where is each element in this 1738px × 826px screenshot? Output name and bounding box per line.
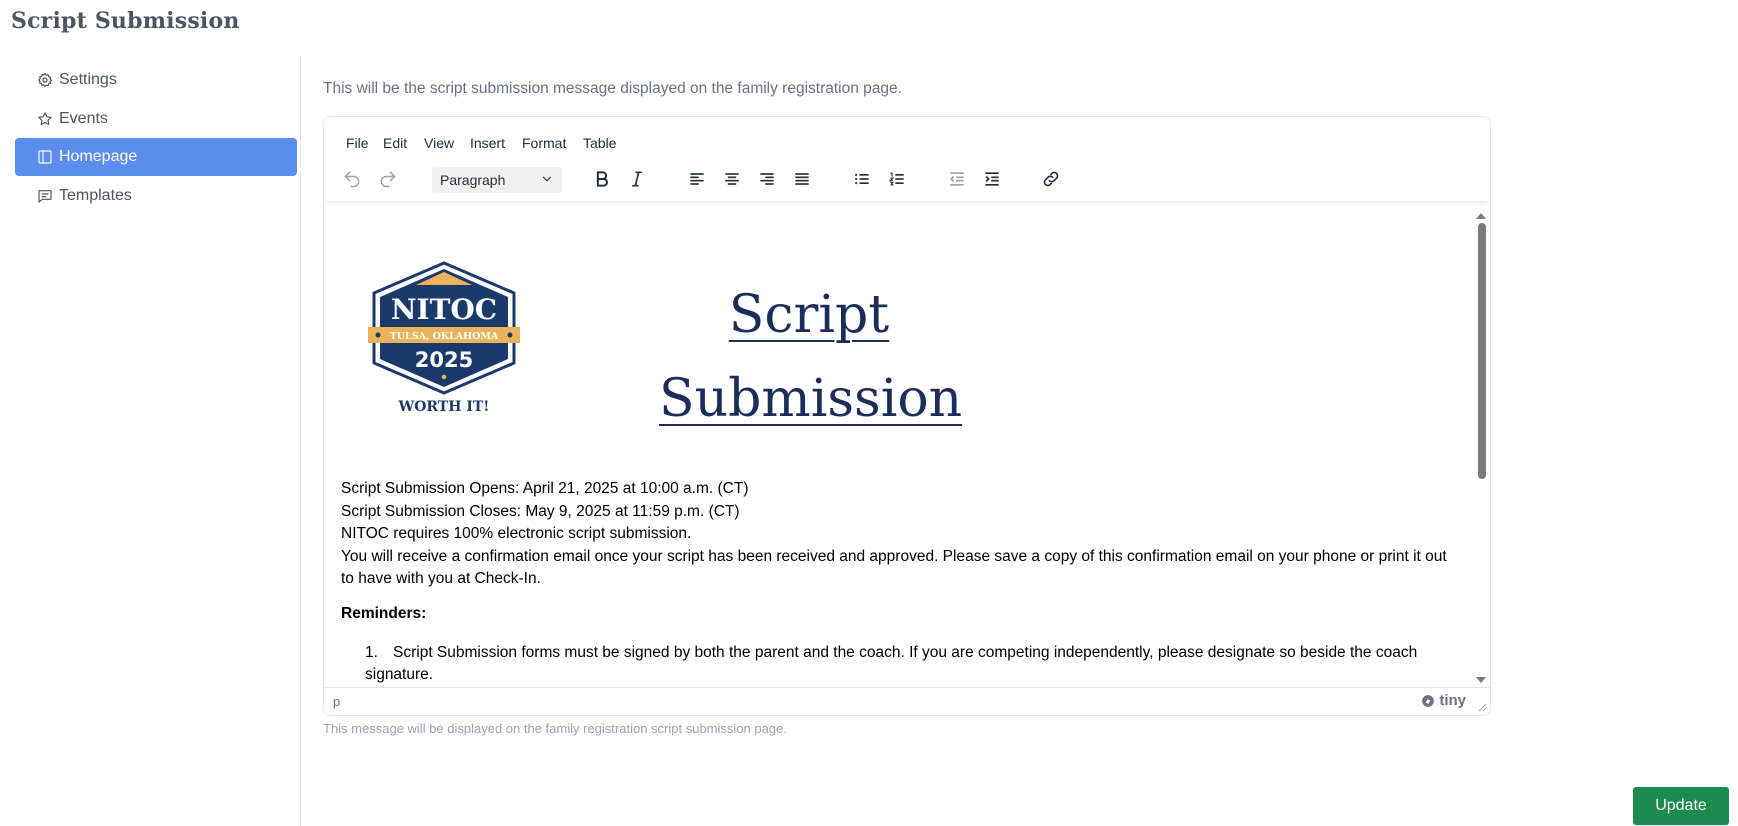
heading-line-2: Submission (659, 369, 963, 429)
sidebar-item-label: Events (59, 110, 108, 127)
nitoc-logo: NITOC TULSA, OKLAHOMA 2025 WORTH IT! (368, 261, 520, 415)
reminders-heading: Reminders: (341, 605, 427, 622)
align-justify-button[interactable] (788, 165, 816, 193)
chevron-down-icon (542, 176, 552, 182)
menu-insert[interactable]: Insert (470, 135, 505, 151)
logo-location: TULSA, OKLAHOMA (390, 331, 499, 342)
block-format-select[interactable]: Paragraph (432, 167, 562, 193)
menu-file[interactable]: File (346, 135, 369, 151)
align-right-icon (760, 173, 774, 185)
sidebar-item-settings[interactable]: Settings (15, 61, 297, 99)
sidebar-item-label: Templates (59, 187, 132, 204)
list-number: 1. (365, 644, 378, 661)
scrollbar-thumb[interactable] (1478, 223, 1486, 479)
outdent-icon (950, 172, 964, 186)
sidebar-item-templates[interactable]: Templates (15, 177, 297, 215)
gear-icon (37, 72, 53, 88)
italic-icon (632, 171, 642, 187)
tiny-brand-label: tiny (1439, 692, 1466, 709)
block-format-value: Paragraph (440, 172, 506, 188)
sidebar-item-label: Settings (59, 71, 117, 88)
link-icon (1043, 171, 1059, 187)
rich-text-editor: File Edit View Insert Format Table Parag… (323, 116, 1491, 716)
editor-statusbar: p tiny (324, 687, 1490, 715)
align-center-button[interactable] (718, 165, 746, 193)
content-line: You will receive a confirmation email on… (341, 547, 1447, 588)
layout-icon (38, 150, 52, 164)
scroll-up-arrow[interactable] (1476, 213, 1486, 219)
bold-button[interactable] (588, 165, 616, 193)
outdent-button[interactable] (943, 165, 971, 193)
content-line: NITOC requires 100% electronic script su… (341, 525, 692, 542)
reminders-list: 1. Script Submission forms must be signed… (365, 642, 1465, 686)
link-button[interactable] (1037, 165, 1065, 193)
italic-button[interactable] (623, 165, 651, 193)
content-heading: Script Submission (659, 273, 963, 441)
editor-description: This will be the script submission messa… (323, 80, 902, 97)
bullet-list-icon (855, 173, 869, 185)
numbered-list-icon (888, 172, 904, 186)
menu-view[interactable]: View (424, 135, 454, 151)
list-item: 1. Script Submission forms must be signed… (365, 642, 1465, 686)
numbered-list-button[interactable] (883, 165, 911, 193)
heading-line-1: Script (728, 285, 890, 345)
indent-button[interactable] (978, 165, 1006, 193)
menu-edit[interactable]: Edit (383, 135, 407, 151)
undo-button[interactable] (338, 165, 366, 193)
bold-icon (596, 171, 608, 187)
tiny-brand[interactable]: tiny (1421, 692, 1466, 709)
logo-name: NITOC (391, 293, 497, 326)
editor-toolbar: Paragraph (324, 157, 1490, 201)
redo-button[interactable] (374, 165, 402, 193)
content-body: Script Submission Opens: April 21, 2025 … (341, 478, 1461, 591)
align-right-button[interactable] (753, 165, 781, 193)
sidebar-item-label: Homepage (59, 148, 138, 165)
page-title: Script Submission (11, 8, 240, 34)
menu-table[interactable]: Table (583, 135, 616, 151)
align-center-icon (725, 173, 739, 185)
align-justify-icon (795, 173, 809, 185)
sidebar-item-homepage[interactable]: Homepage (15, 138, 297, 176)
logo-year: 2025 (415, 348, 473, 372)
resize-handle-icon[interactable] (1477, 702, 1487, 712)
list-text: Script Submission forms must be signed b… (365, 644, 1418, 683)
align-left-button[interactable] (683, 165, 711, 193)
message-icon (38, 190, 52, 203)
editor-menubar: File Edit View Insert Format Table (324, 117, 1490, 155)
tiny-logo-icon (1422, 694, 1435, 707)
align-left-icon (690, 173, 704, 185)
element-path[interactable]: p (333, 694, 340, 709)
undo-icon (344, 171, 360, 188)
bullet-list-button[interactable] (848, 165, 876, 193)
menu-format[interactable]: Format (522, 135, 566, 151)
indent-icon (985, 172, 999, 186)
help-text: This message will be displayed on the fa… (323, 721, 787, 736)
editor-content[interactable]: NITOC TULSA, OKLAHOMA 2025 WORTH IT! Scr… (324, 209, 1474, 687)
star-icon (38, 112, 52, 126)
sidebar-item-events[interactable]: Events (15, 100, 297, 138)
logo-tagline: WORTH IT! (398, 399, 490, 415)
sidebar: Settings Events Homepage Templates (0, 56, 301, 826)
scroll-down-arrow[interactable] (1476, 677, 1486, 683)
redo-icon (380, 171, 396, 188)
content-line: Script Submission Opens: April 21, 2025 … (341, 480, 749, 497)
content-line: Script Submission Closes: May 9, 2025 at… (341, 502, 740, 520)
update-button[interactable]: Update (1633, 787, 1729, 825)
